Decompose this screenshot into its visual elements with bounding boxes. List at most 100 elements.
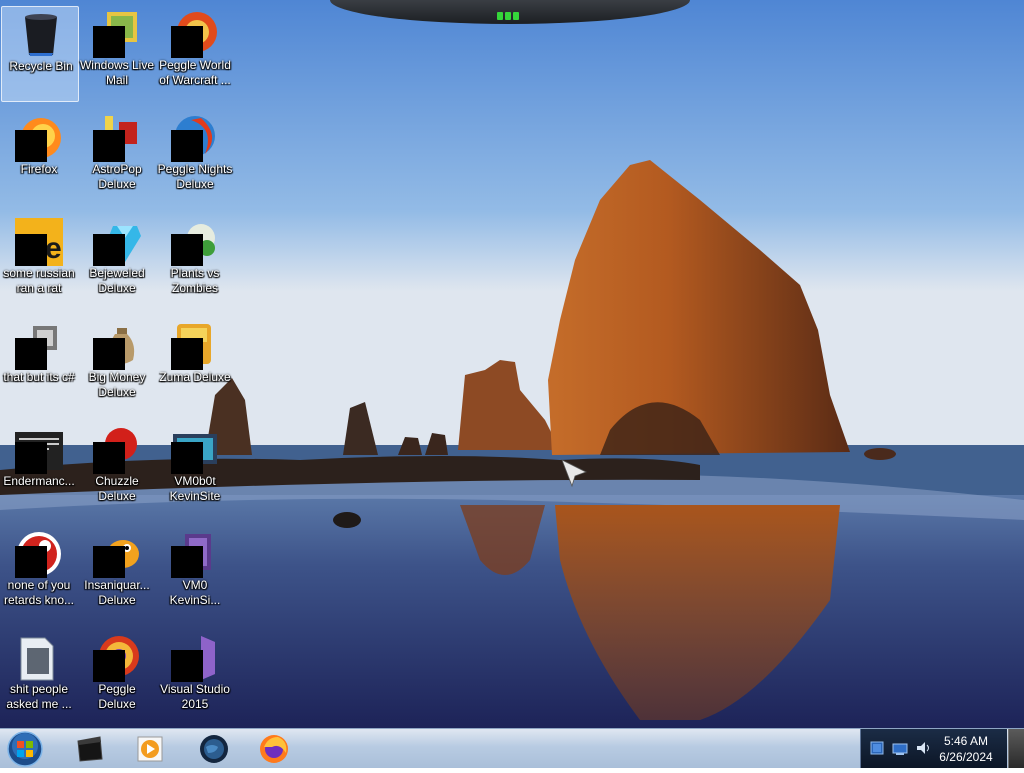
desktop-icon-big-money[interactable]: Big Money Deluxe: [78, 318, 156, 414]
desktop-icon-astropop[interactable]: AstroPop Deluxe: [78, 110, 156, 206]
shortcut-file-icon: [15, 322, 63, 370]
astropop-icon: [93, 114, 141, 162]
redaction-box: [15, 234, 47, 266]
terminal-icon: [15, 426, 63, 474]
desktop-icon-vm0b0t[interactable]: VM0b0t KevinSite: [156, 422, 234, 518]
icon-label: Peggle Nights Deluxe: [157, 162, 233, 191]
desktop-icon-windows-live-mail[interactable]: Windows Live Mail: [78, 6, 156, 102]
redaction-box: [171, 338, 203, 370]
desktop-icon-insaniquarium[interactable]: Insaniquar... Deluxe: [78, 526, 156, 622]
vm-icon: [171, 530, 219, 578]
redaction-box: [171, 130, 203, 162]
redaction-box: [15, 442, 47, 474]
redaction-box: [93, 546, 125, 578]
network-icon[interactable]: [892, 740, 908, 756]
redaction-box: [93, 338, 125, 370]
icon-label: that but its c#: [3, 370, 75, 384]
icon-label: Windows Live Mail: [79, 58, 155, 87]
icon-label: Insaniquar... Deluxe: [84, 578, 150, 607]
system-tray: 5:46 AM 6/26/2024: [860, 729, 1007, 768]
zuma-icon: [171, 322, 219, 370]
peggle-wow-icon: [171, 10, 219, 58]
desktop-icon-some-russian[interactable]: e some russian ran a rat: [0, 214, 78, 310]
icon-label: Visual Studio 2015: [160, 682, 230, 711]
svg-text:e: e: [45, 232, 62, 265]
desktop-icon-peggle-nights[interactable]: Peggle Nights Deluxe: [156, 110, 234, 206]
action-center-icon[interactable]: [869, 740, 885, 756]
desktop-icon-visual-studio[interactable]: Visual Studio 2015: [156, 630, 234, 726]
show-desktop-button[interactable]: [1008, 729, 1024, 768]
insaniquarium-icon: [93, 530, 141, 578]
visual-studio-icon: [171, 634, 219, 682]
gadget-indicator: [496, 7, 520, 25]
desktop-icon-peggle-deluxe[interactable]: Peggle Deluxe: [78, 630, 156, 726]
icon-label: Endermanc...: [3, 474, 75, 488]
redaction-box: [15, 546, 47, 578]
taskbar-pinned-firefox[interactable]: [246, 731, 302, 766]
icon-label: Chuzzle Deluxe: [95, 474, 139, 503]
desktop-icon-chuzzle[interactable]: Chuzzle Deluxe: [78, 422, 156, 518]
icon-label: AstroPop Deluxe: [92, 162, 142, 191]
desktop-icon-recycle-bin[interactable]: Recycle Bin: [1, 6, 79, 102]
redaction-box: [171, 442, 203, 474]
icon-label: VM0b0t KevinSite: [169, 474, 221, 503]
icon-label: Zuma Deluxe: [159, 370, 231, 384]
taskbar-pinned-network[interactable]: [186, 731, 242, 766]
peggle-icon: [93, 634, 141, 682]
desktop-icon-none-of-you[interactable]: none of you retards kno...: [0, 526, 78, 622]
redaction-box: [93, 234, 125, 266]
redaction-box: [171, 650, 203, 682]
bejeweled-icon: [93, 218, 141, 266]
redaction-box: [171, 26, 203, 58]
network-globe-icon: [200, 735, 228, 763]
windows-start-orb-icon: [7, 731, 43, 767]
taskbar-pinned-media-player[interactable]: [122, 731, 178, 766]
windows-live-mail-icon: [93, 10, 141, 58]
clock[interactable]: 5:46 AM 6/26/2024: [923, 733, 1009, 765]
big-money-icon: [93, 322, 141, 370]
redaction-box: [93, 442, 125, 474]
windows-media-player-icon: [137, 736, 163, 762]
plants-vs-zombies-icon: [171, 218, 219, 266]
shortcut-file-icon: e: [15, 218, 63, 266]
clock-time: 5:46 AM: [943, 734, 989, 748]
redaction-box: [15, 130, 47, 162]
command-prompt-icon: [77, 736, 103, 762]
desktop-icon-firefox[interactable]: Firefox: [0, 110, 78, 206]
start-button[interactable]: [4, 730, 46, 768]
redaction-box: [93, 130, 125, 162]
redaction-box: [171, 546, 203, 578]
icon-label: shit people asked me ...: [6, 682, 72, 711]
chuzzle-icon: [93, 426, 141, 474]
desktop-icon-shit-people-asked[interactable]: shit people asked me ...: [0, 630, 78, 726]
desktop-icon-peggle-wow[interactable]: Peggle World of Warcraft ...: [156, 6, 234, 102]
firefox-icon: [260, 735, 288, 763]
desktop-icon-plants-vs-zombies[interactable]: Plants vs Zombies: [156, 214, 234, 310]
redaction-box: [171, 234, 203, 266]
redaction-box: [93, 650, 125, 682]
desktop-icon-endermanch[interactable]: Endermanc...: [0, 422, 78, 518]
folder-icon: [15, 634, 63, 682]
taskbar-pinned-command-prompt[interactable]: [62, 731, 118, 766]
redaction-box: [15, 338, 47, 370]
desktop-icon-that-but-csharp[interactable]: that but its c#: [0, 318, 78, 414]
icon-label: some russian ran a rat: [3, 266, 75, 295]
icon-label: Peggle Deluxe: [98, 682, 136, 711]
icon-label: Recycle Bin: [9, 59, 73, 73]
peggle-nights-icon: [171, 114, 219, 162]
icon-label: Bejeweled Deluxe: [89, 266, 145, 295]
desktop-icon-bejeweled[interactable]: Bejeweled Deluxe: [78, 214, 156, 310]
desktop-icon-vm0-kevinsite[interactable]: VM0 KevinSi...: [156, 526, 234, 622]
icon-label: Peggle World of Warcraft ...: [159, 58, 231, 87]
icon-label: Firefox: [20, 162, 58, 176]
vm-icon: [171, 426, 219, 474]
desktop-icon-zuma[interactable]: Zuma Deluxe: [156, 318, 234, 414]
recycle-bin-icon: [17, 11, 65, 59]
icon-label: Plants vs Zombies: [170, 266, 220, 295]
peggle-icon: [15, 530, 63, 578]
icon-label: VM0 KevinSi...: [169, 578, 221, 607]
clock-date: 6/26/2024: [939, 750, 993, 764]
icon-label: none of you retards kno...: [3, 578, 75, 607]
redaction-box: [93, 26, 125, 58]
icon-label: Big Money Deluxe: [88, 370, 146, 399]
